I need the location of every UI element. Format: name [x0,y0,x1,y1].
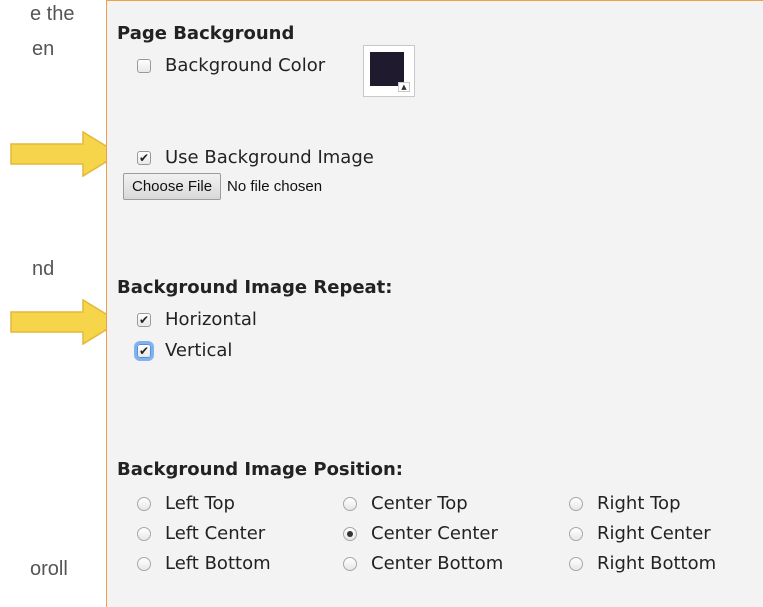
position-right-center[interactable]: Right Center [569,523,711,544]
position-right-bottom[interactable]: Right Bottom [569,553,716,574]
repeat-horizontal-row: ✔ Horizontal [137,309,257,330]
repeat-heading: Background Image Repeat: [117,277,393,298]
position-right-top[interactable]: Right Top [569,493,681,514]
background-color-checkbox[interactable] [137,58,151,73]
use-background-image-checkbox[interactable]: ✔ [137,150,151,165]
cropped-text-fragment-1: e the [30,3,75,25]
callout-arrow-icon [10,298,121,346]
position-center-top-label: Center Top [371,493,468,514]
use-background-image-label: Use Background Image [165,147,374,168]
file-input: Choose File No file chosen [123,173,322,200]
radio-button[interactable] [569,526,583,541]
repeat-vertical-label: Vertical [165,340,233,361]
radio-button[interactable] [569,496,583,511]
repeat-horizontal-checkbox[interactable]: ✔ [137,312,151,327]
position-left-center-label: Left Center [165,523,266,544]
position-right-center-label: Right Center [597,523,711,544]
repeat-vertical-row: ✔ Vertical [137,340,232,361]
radio-button[interactable] [343,496,357,511]
cropped-text-fragment-2: en [32,38,55,60]
callout-arrow-icon [10,130,121,178]
radio-button[interactable] [137,556,151,571]
position-left-bottom-label: Left Bottom [165,553,271,574]
position-left-center[interactable]: Left Center [137,523,265,544]
position-heading: Background Image Position: [117,459,403,480]
position-right-bottom-label: Right Bottom [597,553,717,574]
color-picker-button[interactable]: ▲ [363,45,415,97]
cropped-text-fragment-4: oroll [30,558,68,580]
settings-panel: Page Background Background Color ▲ ✔ Use… [106,0,763,607]
position-right-top-label: Right Top [597,493,681,514]
use-background-image-row: ✔ Use Background Image [137,147,374,168]
position-center-bottom[interactable]: Center Bottom [343,553,503,574]
position-center-bottom-label: Center Bottom [371,553,504,574]
picker-dropdown-icon: ▲ [398,82,410,92]
position-left-bottom[interactable]: Left Bottom [137,553,271,574]
repeat-horizontal-label: Horizontal [165,309,257,330]
repeat-vertical-checkbox[interactable]: ✔ [137,343,151,358]
radio-button-selected[interactable] [343,526,357,541]
cropped-text-fragment-3: nd [32,258,55,280]
position-center-top[interactable]: Center Top [343,493,468,514]
color-swatch [370,52,404,86]
position-center-center[interactable]: Center Center [343,523,498,544]
file-status-text: No file chosen [227,178,323,195]
page-background-heading: Page Background [117,23,295,44]
position-left-top[interactable]: Left Top [137,493,235,514]
background-color-row: Background Color [137,55,325,76]
radio-button[interactable] [137,526,151,541]
position-left-top-label: Left Top [165,493,235,514]
choose-file-button[interactable]: Choose File [123,173,222,200]
radio-button[interactable] [569,556,583,571]
background-color-label: Background Color [165,55,326,76]
radio-button[interactable] [343,556,357,571]
position-center-center-label: Center Center [371,523,498,544]
radio-button[interactable] [137,496,151,511]
